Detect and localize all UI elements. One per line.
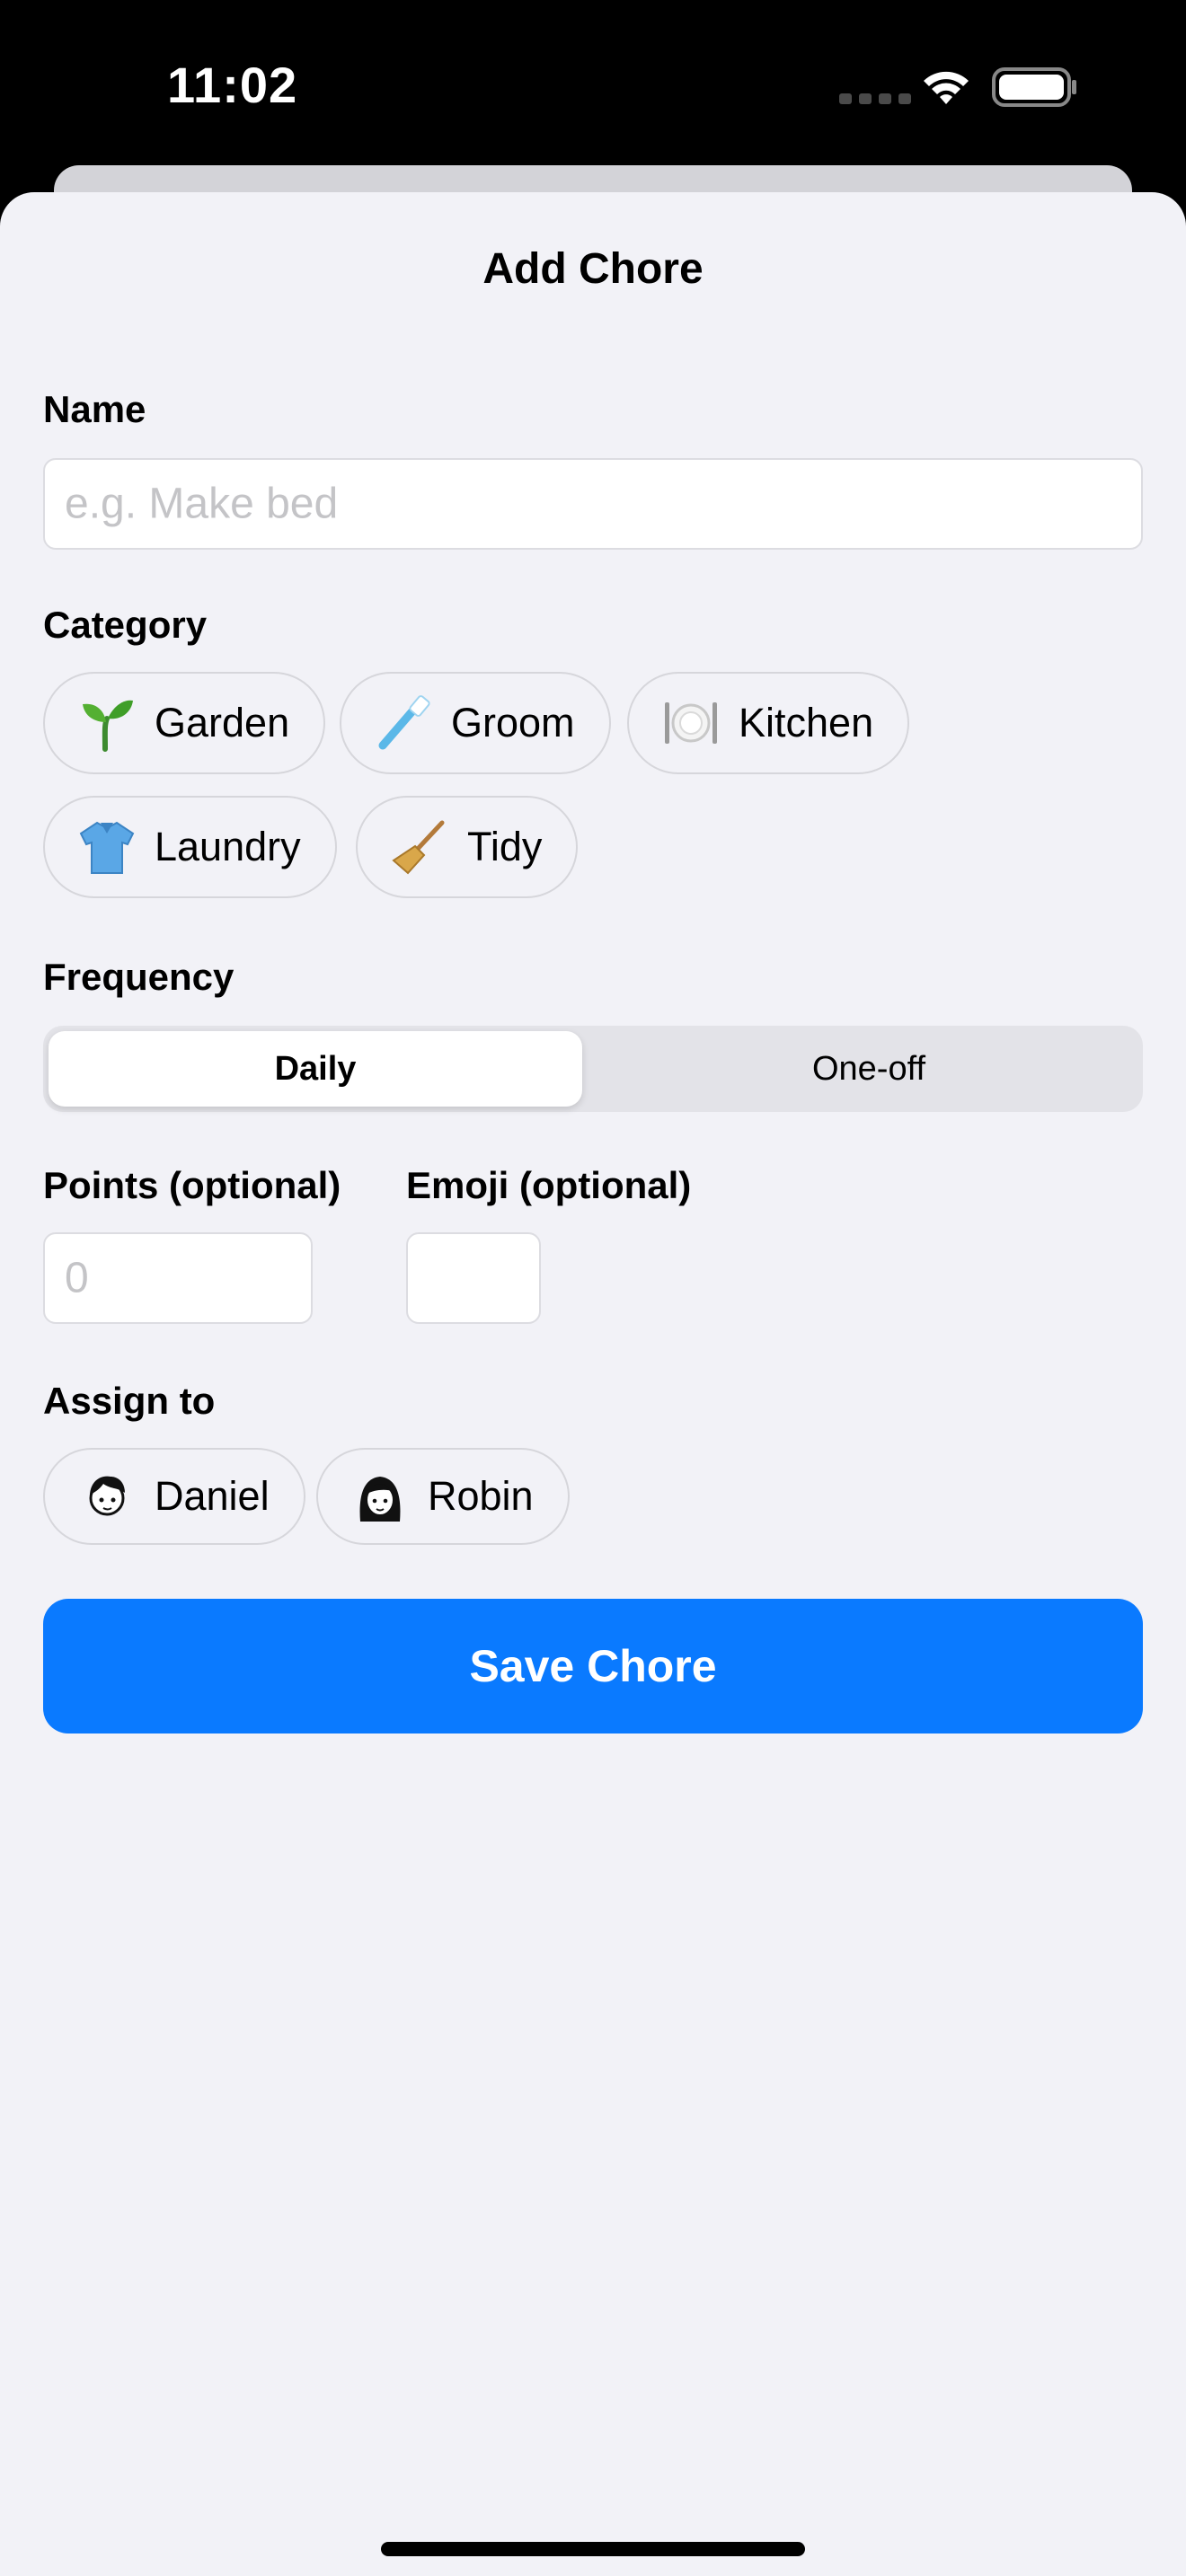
- name-placeholder: e.g. Make bed: [65, 480, 339, 528]
- status-bar: 11:02: [0, 0, 1186, 180]
- status-time: 11:02: [167, 57, 298, 113]
- category-label-kitchen: Kitchen: [739, 700, 874, 745]
- shirt-icon: [77, 817, 137, 877]
- category-label-tidy: Tidy: [467, 824, 543, 869]
- emoji-label: Emoji (optional): [406, 1164, 692, 1206]
- wifi-icon: [924, 71, 969, 104]
- category-chip-laundry[interactable]: Laundry: [43, 796, 337, 898]
- category-label: Category: [43, 604, 208, 646]
- assignee-name-daniel: Daniel: [155, 1473, 270, 1519]
- category-chip-groom[interactable]: Groom: [340, 672, 611, 774]
- save-chore-button[interactable]: Save Chore: [43, 1599, 1143, 1734]
- frequency-label: Frequency: [43, 956, 235, 998]
- home-indicator[interactable]: [381, 2542, 805, 2556]
- toothbrush-icon: [374, 693, 433, 753]
- category-label-laundry: Laundry: [155, 824, 301, 869]
- seedling-icon: [77, 693, 137, 753]
- sheet-title: Add Chore: [482, 245, 704, 293]
- category-chip-kitchen[interactable]: Kitchen: [627, 672, 910, 774]
- points-placeholder: 0: [65, 1254, 89, 1302]
- frequency-segmented-control: Daily One-off: [43, 1026, 1143, 1112]
- avatar-icon: [77, 1467, 137, 1526]
- frequency-option-daily[interactable]: Daily: [49, 1031, 582, 1107]
- battery-icon: [992, 67, 1076, 107]
- cellular-signal-icon: [839, 93, 911, 104]
- category-chip-tidy[interactable]: Tidy: [356, 796, 579, 898]
- assignee-chip-robin[interactable]: Robin: [316, 1448, 570, 1545]
- category-chip-garden[interactable]: Garden: [43, 672, 326, 774]
- avatar-icon: [350, 1467, 410, 1526]
- name-input[interactable]: e.g. Make bed: [43, 458, 1143, 550]
- frequency-option-one-off[interactable]: One-off: [593, 1031, 1145, 1107]
- name-label: Name: [43, 388, 146, 430]
- category-label-groom: Groom: [451, 700, 575, 745]
- category-label-garden: Garden: [155, 700, 290, 745]
- points-input[interactable]: 0: [43, 1232, 313, 1324]
- emoji-input[interactable]: [406, 1232, 541, 1324]
- plate-cutlery-icon: [661, 693, 721, 753]
- assignee-chip-daniel[interactable]: Daniel: [43, 1448, 305, 1545]
- broom-icon: [390, 817, 449, 877]
- add-chore-sheet: Add Chore Name e.g. Make bed Category Ga…: [0, 192, 1186, 2576]
- assignee-name-robin: Robin: [428, 1473, 534, 1519]
- points-label: Points (optional): [43, 1164, 341, 1206]
- assign-to-label: Assign to: [43, 1380, 216, 1422]
